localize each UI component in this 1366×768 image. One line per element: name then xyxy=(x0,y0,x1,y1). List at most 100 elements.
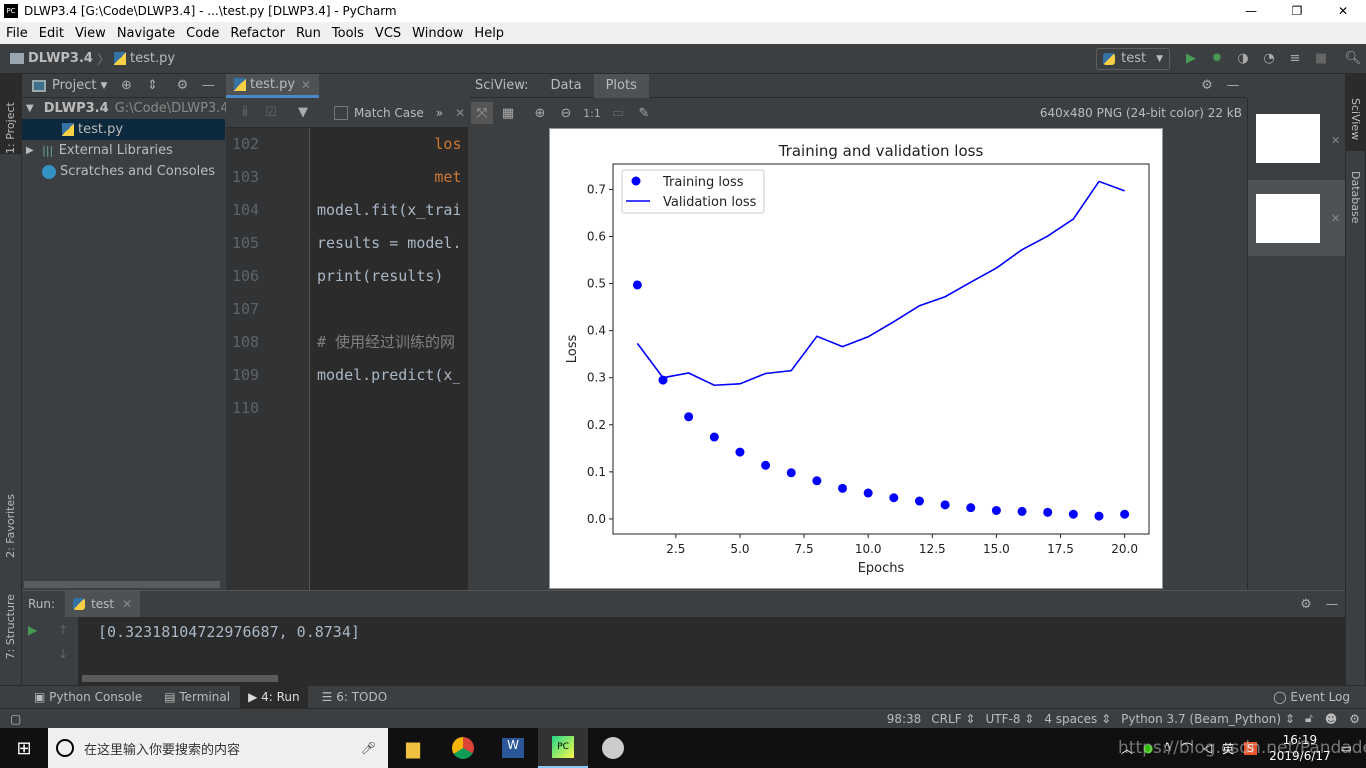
debug-icon[interactable]: ✹ xyxy=(1206,48,1228,70)
tab-terminal[interactable]: ▤ Terminal xyxy=(164,690,230,704)
interpreter[interactable]: Python 3.7 (Beam_Python) ⇕ xyxy=(1121,712,1295,726)
tool-database[interactable]: Database xyxy=(1346,151,1365,247)
hide-icon[interactable]: — xyxy=(197,75,219,97)
inspector-icon[interactable]: ☻ xyxy=(1325,712,1338,726)
thumbnail-plot-1[interactable] xyxy=(1256,114,1320,163)
legend-training-label: Training loss xyxy=(662,175,744,190)
image-info: 640x480 PNG (24-bit color) 22 kB xyxy=(1039,106,1242,120)
close-thumbnail-icon[interactable]: ✕ xyxy=(1331,134,1340,147)
fit-window-icon[interactable]: ▭ xyxy=(607,102,629,124)
filter-icon[interactable]: ▼ xyxy=(292,102,314,124)
close-tab-icon[interactable]: ✕ xyxy=(122,597,132,611)
menu-code[interactable]: Code xyxy=(186,26,219,41)
window-title: DLWP3.4 [G:\Code\DLWP3.4] - ...\test.py … xyxy=(24,4,397,18)
color-picker-icon[interactable]: ✎ xyxy=(633,102,655,124)
project-view-select[interactable]: Project xyxy=(52,78,96,93)
locate-icon[interactable]: ⊕ xyxy=(115,75,137,97)
training-loss-point xyxy=(966,503,976,513)
chrome-icon[interactable] xyxy=(438,737,488,759)
tab-test-py[interactable]: test.py ✕ xyxy=(226,74,320,98)
breadcrumb-file[interactable]: test.py xyxy=(130,51,175,66)
zoom-out-icon[interactable]: ⊖ xyxy=(555,102,577,124)
close-thumbnail-icon[interactable]: ✕ xyxy=(1331,212,1340,225)
more-icon[interactable]: » xyxy=(436,106,443,120)
menu-tools[interactable]: Tools xyxy=(332,26,364,41)
tab-todo[interactable]: ☰ 6: TODO xyxy=(322,690,388,704)
windows-start-icon[interactable]: ⊞ xyxy=(0,738,48,759)
stop-icon[interactable]: ■ xyxy=(1310,48,1332,70)
tree-item-test-py[interactable]: test.py xyxy=(22,119,225,140)
collapse-icon[interactable]: ⇕ xyxy=(141,75,163,97)
settings-icon[interactable]: ⚙ xyxy=(1349,712,1360,726)
toggle-tool-windows-icon[interactable]: ▢ xyxy=(10,712,21,726)
match-case-checkbox[interactable] xyxy=(334,105,348,120)
actual-size-button[interactable]: 1:1 xyxy=(581,102,603,124)
restore-button[interactable]: ❐ xyxy=(1274,4,1320,18)
x-tick-label: 5.0 xyxy=(730,542,749,556)
scroll-up-icon[interactable]: ↑ xyxy=(58,623,68,637)
menu-help[interactable]: Help xyxy=(474,26,504,41)
profile-icon[interactable]: ◔ xyxy=(1258,48,1280,70)
code-area[interactable]: los met model.fit(x_trair results = mode… xyxy=(310,128,460,425)
menu-vcs[interactable]: VCS xyxy=(375,26,401,41)
lock-icon[interactable]: 🔓︎ xyxy=(1305,711,1313,726)
menu-edit[interactable]: Edit xyxy=(39,26,64,41)
zoom-in-icon[interactable]: ⊕ xyxy=(529,102,551,124)
in-selection-icon[interactable]: ☑ xyxy=(260,102,282,124)
menu-refactor[interactable]: Refactor xyxy=(230,26,285,41)
close-find-icon[interactable]: ✕ xyxy=(455,106,465,120)
pycharm-taskbar-icon[interactable]: PC xyxy=(538,728,588,768)
gear-icon[interactable]: ⚙ xyxy=(1196,75,1218,97)
gear-icon[interactable]: ⚙ xyxy=(1295,593,1317,615)
app-avatar-icon[interactable] xyxy=(588,737,638,759)
hide-icon[interactable]: — xyxy=(1321,593,1343,615)
close-button[interactable]: ✕ xyxy=(1320,4,1366,18)
grid-icon[interactable]: ▦ xyxy=(497,102,519,124)
caret-position[interactable]: 98:38 xyxy=(887,712,922,726)
encoding[interactable]: UTF-8 ⇕ xyxy=(985,712,1034,726)
horizontal-scrollbar[interactable] xyxy=(24,581,220,588)
menu-view[interactable]: View xyxy=(75,26,106,41)
concurrency-icon[interactable]: ≡ xyxy=(1284,48,1306,70)
event-log-button[interactable]: ◯ Event Log xyxy=(1273,690,1350,704)
tree-item-scratches[interactable]: Scratches and Consoles xyxy=(22,161,225,182)
regex-icon[interactable]: ⅱ xyxy=(234,102,256,124)
close-tab-icon[interactable]: ✕ xyxy=(301,78,311,92)
run-config-select[interactable]: test ▼ xyxy=(1096,47,1170,70)
chart-title: Training and validation loss xyxy=(778,142,984,160)
tab-python-console[interactable]: ▣ Python Console xyxy=(34,690,142,704)
search-icon[interactable]: 🔍︎ xyxy=(1342,48,1364,70)
file-explorer-icon[interactable]: ▆ xyxy=(388,738,438,759)
menu-run[interactable]: Run xyxy=(296,26,321,41)
tree-item-external-libraries[interactable]: ▶ ||| External Libraries xyxy=(22,140,225,161)
title-bar: PC DLWP3.4 [G:\Code\DLWP3.4] - ...\test.… xyxy=(0,0,1366,22)
taskbar-search[interactable]: 在这里输入你要搜索的内容 🎤︎ xyxy=(48,728,388,768)
tool-project[interactable]: 1: Project xyxy=(0,74,21,154)
tab-run[interactable]: ▶ 4: Run xyxy=(240,686,308,708)
thumbnail-plot-2[interactable] xyxy=(1256,194,1320,243)
run-tab-test[interactable]: test ✕ xyxy=(65,591,141,617)
run-icon[interactable]: ▶ xyxy=(1180,48,1202,70)
tab-data[interactable]: Data xyxy=(539,78,594,93)
gear-icon[interactable]: ⚙ xyxy=(171,75,193,97)
minimize-button[interactable]: — xyxy=(1228,4,1274,18)
tab-plots[interactable]: Plots xyxy=(593,73,649,98)
fit-icon[interactable]: ⤧ xyxy=(471,102,493,124)
microphone-icon[interactable]: 🎤︎ xyxy=(361,741,376,755)
hide-icon[interactable]: — xyxy=(1222,75,1244,97)
rerun-icon[interactable]: ▶ xyxy=(28,623,37,637)
menu-file[interactable]: File xyxy=(6,26,28,41)
horizontal-scrollbar[interactable] xyxy=(82,675,278,682)
tool-sciview[interactable]: SciView xyxy=(1346,74,1365,152)
tree-item-project-root[interactable]: ▼ DLWP3.4 G:\Code\DLWP3.4 xyxy=(22,98,229,119)
menu-window[interactable]: Window xyxy=(412,26,463,41)
plot-frame xyxy=(612,163,1150,535)
menu-bar: File Edit View Navigate Code Refactor Ru… xyxy=(0,22,1366,44)
scroll-down-icon[interactable]: ↓ xyxy=(58,647,68,661)
indent[interactable]: 4 spaces ⇕ xyxy=(1044,712,1111,726)
breadcrumb-project[interactable]: DLWP3.4 xyxy=(28,51,93,66)
coverage-icon[interactable]: ◑ xyxy=(1232,48,1254,70)
line-separator[interactable]: CRLF ⇕ xyxy=(931,712,975,726)
menu-navigate[interactable]: Navigate xyxy=(117,26,175,41)
word-icon[interactable]: W xyxy=(488,738,538,758)
